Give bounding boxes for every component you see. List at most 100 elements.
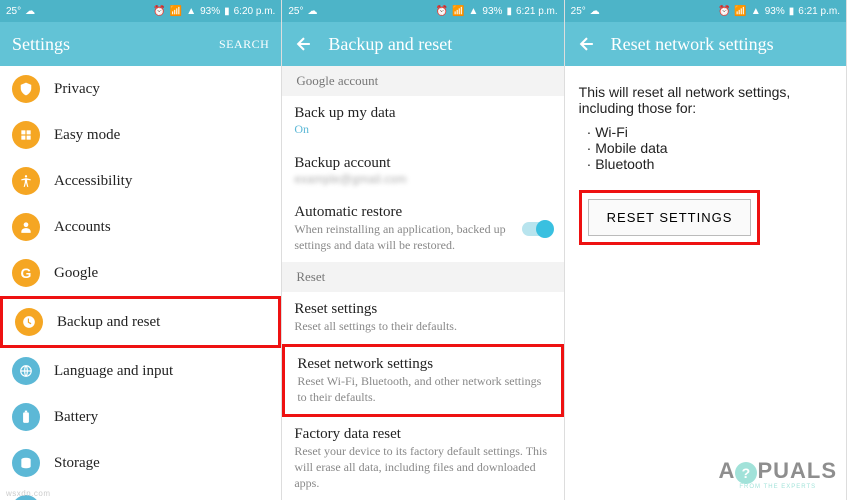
- backup-list: Google account Back up my data On Backup…: [282, 66, 563, 500]
- settings-item-google[interactable]: G Google: [0, 250, 281, 296]
- weather-temp: 25°: [288, 6, 303, 17]
- settings-item-easy-mode[interactable]: Easy mode: [0, 112, 281, 158]
- weather-icon: ☁: [590, 6, 600, 17]
- page-title: Settings: [12, 34, 219, 55]
- item-label: Accounts: [54, 219, 111, 236]
- battery-pct: 93%: [482, 6, 502, 17]
- signal-icon: ▲: [469, 6, 479, 17]
- item-sub: Reset Wi-Fi, Bluetooth, and other networ…: [297, 373, 548, 405]
- clock: 6:21 p.m.: [798, 6, 840, 17]
- battery-icon: ▮: [789, 6, 795, 17]
- reset-settings-button[interactable]: RESET SETTINGS: [588, 199, 752, 236]
- item-label: Reset settings: [294, 301, 551, 318]
- google-icon: G: [12, 259, 40, 287]
- item-factory-data-reset[interactable]: Factory data reset Reset your device to …: [282, 417, 563, 500]
- section-reset: Reset: [282, 262, 563, 292]
- item-label: Easy mode: [54, 127, 120, 144]
- settings-item-accessibility[interactable]: Accessibility: [0, 158, 281, 204]
- accounts-icon: [12, 213, 40, 241]
- clock: 6:21 p.m.: [516, 6, 558, 17]
- reset-network-body: This will reset all network settings, in…: [565, 66, 846, 263]
- section-google-account: Google account: [282, 66, 563, 96]
- language-icon: [12, 357, 40, 385]
- statusbar: 25° ☁ ⏰ 📶 ▲ 93% ▮ 6:21 p.m.: [565, 0, 846, 22]
- watermark-q-icon: ?: [735, 462, 757, 484]
- weather-icon: ☁: [25, 6, 35, 17]
- search-button[interactable]: SEARCH: [219, 37, 269, 52]
- storage-icon: [12, 449, 40, 477]
- item-label: Battery: [54, 409, 98, 426]
- signal-icon: ▲: [751, 6, 761, 17]
- settings-item-backup-reset[interactable]: Backup and reset: [0, 296, 281, 348]
- weather-temp: 25°: [571, 6, 586, 17]
- alarm-icon: ⏰: [718, 6, 730, 17]
- item-label: Factory data reset: [294, 426, 551, 443]
- screen-settings: 25° ☁ ⏰ 📶 ▲ 93% ▮ 6:20 p.m. Settings SEA…: [0, 0, 282, 500]
- battery-icon: [12, 403, 40, 431]
- item-automatic-restore[interactable]: Automatic restore When reinstalling an a…: [282, 195, 563, 262]
- statusbar: 25° ☁ ⏰ 📶 ▲ 93% ▮ 6:20 p.m.: [0, 0, 281, 22]
- signal-icon: ▲: [186, 6, 196, 17]
- item-label: Automatic restore: [294, 204, 507, 221]
- battery-pct: 93%: [765, 6, 785, 17]
- settings-item-language[interactable]: Language and input: [0, 348, 281, 394]
- page-title: Backup and reset: [328, 34, 551, 55]
- battery-icon: ▮: [506, 6, 512, 17]
- item-label: Backup account: [294, 155, 551, 172]
- item-value-redacted: example@gmail.com: [294, 172, 551, 186]
- item-label: Backup and reset: [57, 314, 160, 331]
- back-button[interactable]: [294, 34, 314, 54]
- item-label: Back up my data: [294, 105, 551, 122]
- screen-reset-network: 25° ☁ ⏰ 📶 ▲ 93% ▮ 6:21 p.m. Reset networ…: [565, 0, 847, 500]
- watermark-brand: A?PUALS: [719, 458, 837, 484]
- item-label: Google: [54, 265, 98, 282]
- accessibility-icon: [12, 167, 40, 195]
- alarm-icon: ⏰: [153, 6, 165, 17]
- back-button[interactable]: [577, 34, 597, 54]
- item-label: Reset network settings: [297, 356, 548, 373]
- privacy-icon: [12, 75, 40, 103]
- wifi-icon: 📶: [452, 6, 464, 17]
- easy-mode-icon: [12, 121, 40, 149]
- weather-temp: 25°: [6, 6, 21, 17]
- watermark-tagline: FROM THE EXPERTS: [719, 484, 837, 490]
- item-label: Privacy: [54, 81, 100, 98]
- weather-icon: ☁: [307, 6, 317, 17]
- item-reset-settings[interactable]: Reset settings Reset all settings to the…: [282, 292, 563, 343]
- item-reset-network-settings[interactable]: Reset network settings Reset Wi-Fi, Blue…: [282, 344, 563, 417]
- settings-item-battery[interactable]: Battery: [0, 394, 281, 440]
- watermark-url: wsxdn.com: [6, 489, 51, 498]
- screen-backup-reset: 25° ☁ ⏰ 📶 ▲ 93% ▮ 6:21 p.m. Backup and r…: [282, 0, 564, 500]
- wifi-icon: 📶: [734, 6, 746, 17]
- watermark: A?PUALS FROM THE EXPERTS: [719, 458, 837, 490]
- appbar: Backup and reset: [282, 22, 563, 66]
- appbar: Settings SEARCH: [0, 22, 281, 66]
- bullet-wifi: Wi-Fi: [587, 124, 832, 140]
- item-value: On: [294, 122, 551, 137]
- wifi-icon: 📶: [170, 6, 182, 17]
- settings-item-storage[interactable]: Storage: [0, 440, 281, 486]
- toggle-auto-restore[interactable]: [522, 222, 552, 236]
- item-backup-my-data[interactable]: Back up my data On: [282, 96, 563, 146]
- item-sub: Reset all settings to their defaults.: [294, 318, 551, 334]
- clock: 6:20 p.m.: [234, 6, 276, 17]
- reset-settings-highlight: RESET SETTINGS: [579, 190, 761, 245]
- backup-icon: [15, 308, 43, 336]
- intro-text: This will reset all network settings, in…: [579, 84, 832, 116]
- item-label: Storage: [54, 455, 100, 472]
- statusbar: 25° ☁ ⏰ 📶 ▲ 93% ▮ 6:21 p.m.: [282, 0, 563, 22]
- alarm-icon: ⏰: [436, 6, 448, 17]
- appbar: Reset network settings: [565, 22, 846, 66]
- item-sub: Reset your device to its factory default…: [294, 443, 551, 492]
- battery-icon: ▮: [224, 6, 230, 17]
- item-backup-account[interactable]: Backup account example@gmail.com: [282, 146, 563, 195]
- battery-pct: 93%: [200, 6, 220, 17]
- bullet-bluetooth: Bluetooth: [587, 156, 832, 172]
- page-title: Reset network settings: [611, 34, 834, 55]
- settings-item-accounts[interactable]: Accounts: [0, 204, 281, 250]
- item-sub: When reinstalling an application, backed…: [294, 221, 507, 253]
- item-label: Language and input: [54, 363, 173, 380]
- settings-item-privacy[interactable]: Privacy: [0, 66, 281, 112]
- bullet-mobile-data: Mobile data: [587, 140, 832, 156]
- item-label: Accessibility: [54, 173, 132, 190]
